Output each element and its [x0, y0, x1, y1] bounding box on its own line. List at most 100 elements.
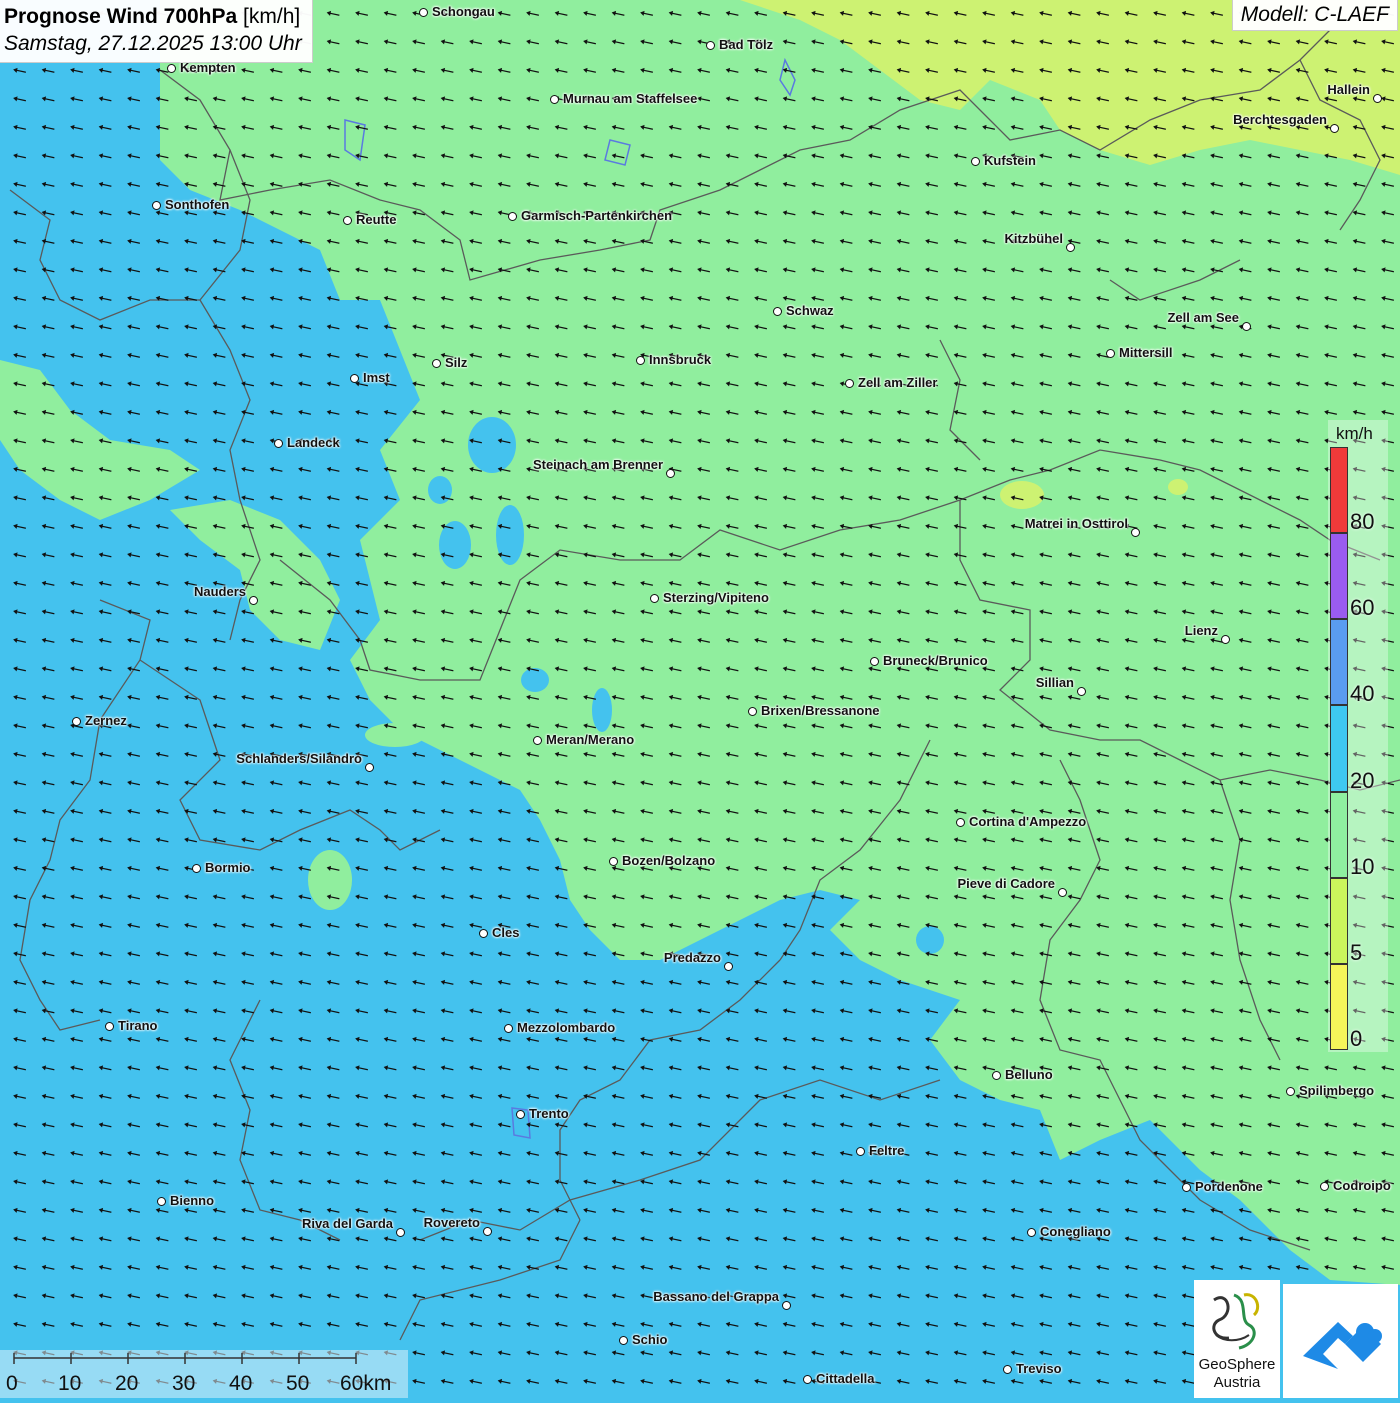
city-label: Pordenone: [1195, 1179, 1263, 1194]
wind-zone-blue-patch: [428, 476, 452, 504]
wind-zone-blue-patch: [521, 668, 549, 692]
city-marker: [504, 1024, 513, 1033]
city-marker: [609, 857, 618, 866]
city-label: Kufstein: [984, 153, 1036, 168]
city-marker: [1003, 1365, 1012, 1374]
city-marker: [666, 469, 675, 478]
city-marker: [1131, 528, 1140, 537]
city-label: Imst: [363, 370, 390, 385]
legend-tick-label: 20: [1350, 767, 1375, 793]
city-label: Kitzbühel: [1004, 231, 1064, 246]
city-marker: [782, 1301, 791, 1310]
city-marker: [105, 1022, 114, 1031]
city-label: Schongau: [432, 4, 495, 19]
city-marker: [432, 359, 441, 368]
geosphere-country: Austria: [1213, 1374, 1261, 1391]
city-label: Bruneck/Brunico: [883, 653, 988, 668]
city-label: Zernez: [85, 713, 127, 728]
city-marker: [1077, 687, 1086, 696]
scale-tick-label: 10: [58, 1372, 82, 1395]
city-marker: [1066, 243, 1075, 252]
city-marker: [856, 1147, 865, 1156]
city-label: Tirano: [118, 1018, 158, 1033]
legend-unit: km/h: [1336, 424, 1373, 443]
city-label: Sillian: [1035, 675, 1074, 690]
mountain-cloud-icon: [1303, 1322, 1382, 1369]
city-marker: [748, 707, 757, 716]
city-marker: [1182, 1183, 1191, 1192]
wind-zone-green-patch: [308, 850, 352, 910]
city-marker: [350, 374, 359, 383]
city-marker: [72, 717, 81, 726]
city-marker: [167, 64, 176, 73]
city-marker: [508, 212, 517, 221]
city-marker: [636, 356, 645, 365]
city-marker: [650, 594, 659, 603]
city-label: Murnau am Staffelsee: [563, 91, 698, 106]
city-label: Cles: [492, 925, 520, 940]
city-label: Trento: [529, 1106, 569, 1121]
city-label: Codroipo: [1333, 1178, 1391, 1193]
scale-tick-label: 0: [6, 1372, 18, 1395]
city-marker: [1286, 1087, 1295, 1096]
city-label: Reutte: [356, 212, 397, 227]
legend-color-segment: [1330, 963, 1348, 1050]
city-label: Cittadella: [816, 1371, 875, 1386]
legend-tick-label: 80: [1350, 509, 1375, 535]
city-marker: [157, 1197, 166, 1206]
geosphere-name: GeoSphere: [1198, 1356, 1276, 1373]
city-marker: [396, 1228, 405, 1237]
city-marker: [706, 41, 715, 50]
city-label: Garmisch-Partenkirchen: [521, 208, 673, 223]
city-marker: [803, 1375, 812, 1384]
city-label: Belluno: [1005, 1067, 1053, 1082]
weather-app-logo[interactable]: [1283, 1284, 1398, 1398]
city-label: Meran/Merano: [546, 732, 635, 747]
page-title: Prognose Wind 700hPa [km/h]: [4, 3, 302, 30]
city-marker: [516, 1110, 525, 1119]
city-label: Pieve di Cadore: [957, 876, 1055, 891]
city-label: Brixen/Bressanone: [761, 703, 880, 718]
city-label: Innsbruck: [649, 352, 712, 367]
city-marker: [956, 818, 965, 827]
city-marker: [419, 8, 428, 17]
city-marker: [152, 201, 161, 210]
city-label: Treviso: [1016, 1361, 1062, 1376]
legend-tick-label: 40: [1350, 681, 1375, 707]
city-label: Bienno: [170, 1193, 215, 1208]
city-label: Lienz: [1184, 623, 1218, 638]
title-main: Prognose Wind 700hPa: [4, 5, 238, 28]
city-label: Schlanders/Silandro: [236, 751, 362, 766]
city-label: Feltre: [869, 1143, 905, 1158]
legend-color-segment: [1330, 533, 1348, 620]
city-marker: [533, 736, 542, 745]
city-label: Sonthofen: [165, 197, 230, 212]
city-marker: [1106, 349, 1115, 358]
city-marker: [550, 95, 559, 104]
title-box: Prognose Wind 700hPa [km/h] Samstag, 27.…: [0, 0, 313, 63]
scale-tick-label: 50: [286, 1372, 310, 1395]
city-label: Bassano del Grappa: [653, 1289, 779, 1304]
legend-tick-label: 5: [1350, 939, 1363, 965]
city-label: Zell am Ziller: [858, 375, 938, 390]
city-label: Zell am See: [1167, 310, 1239, 325]
legend-tick-label: 0: [1350, 1026, 1363, 1051]
city-label: Riva del Garda: [301, 1216, 393, 1231]
city-marker: [249, 596, 258, 605]
wind-zone-blue-patch: [916, 926, 944, 954]
city-marker: [1330, 124, 1339, 133]
scale-tick-label: 40: [229, 1372, 253, 1395]
city-marker: [343, 216, 352, 225]
legend-color-segment: [1330, 877, 1348, 964]
wind-zone-blue-patch: [592, 688, 612, 732]
legend-color-segment: [1330, 791, 1348, 878]
city-marker: [845, 379, 854, 388]
city-label: Bozen/Bolzano: [622, 853, 716, 868]
wind-zone-blue-patch: [468, 417, 516, 473]
city-label: Kempten: [180, 60, 236, 75]
city-marker: [619, 1336, 628, 1345]
city-marker: [1027, 1228, 1036, 1237]
city-marker: [1058, 888, 1067, 897]
city-label: Berchtesgaden: [1233, 112, 1327, 127]
city-label: Spilimbergo: [1299, 1083, 1375, 1098]
